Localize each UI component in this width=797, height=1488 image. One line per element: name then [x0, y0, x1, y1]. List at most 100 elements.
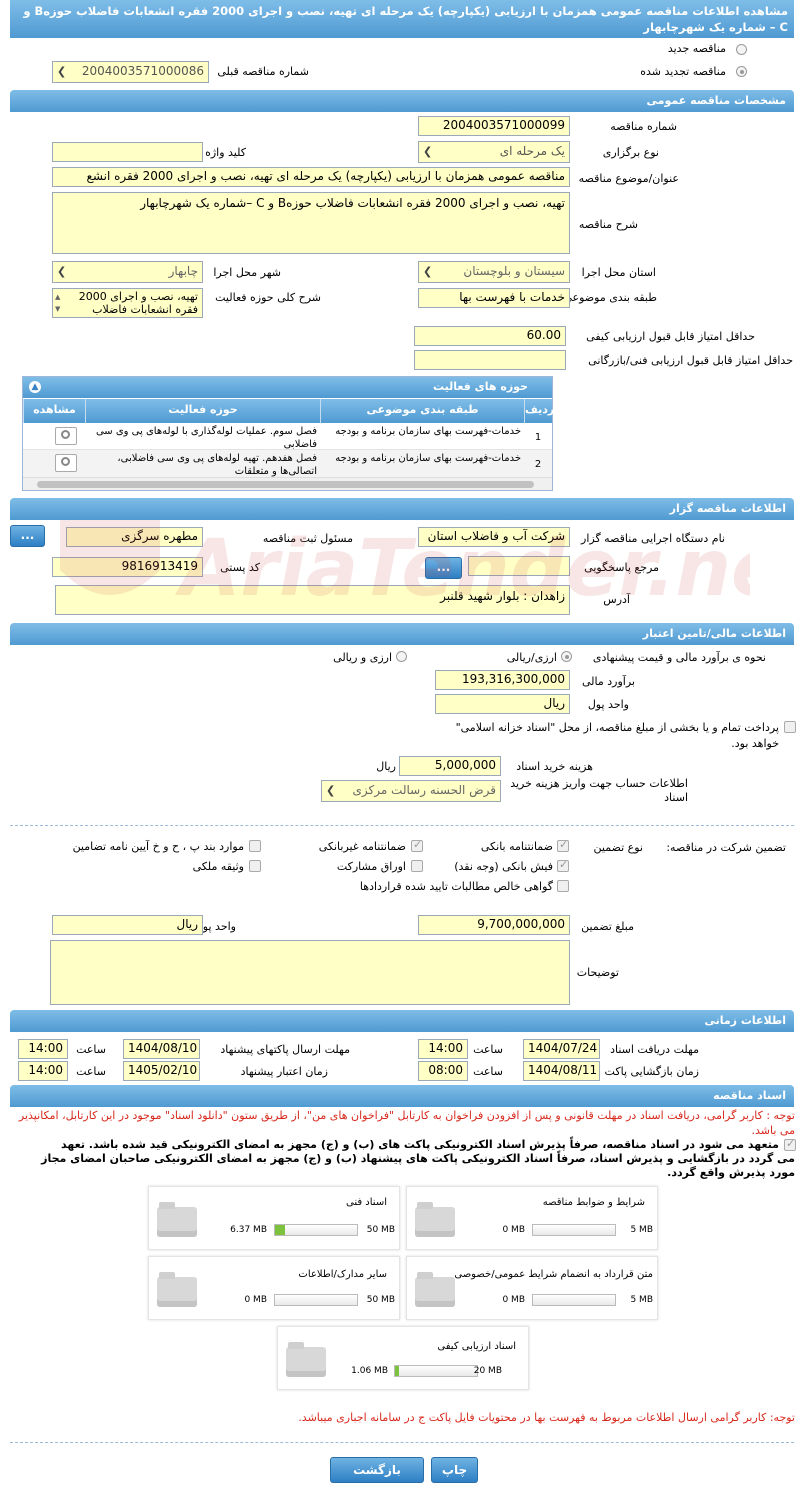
file-card-contract[interactable]: متن قرارداد به انضمام شرایط عمومی/خصوصی … [406, 1256, 658, 1320]
tender-number-field[interactable]: 2004003571000099 [418, 116, 570, 136]
file-max-size: 50 MB [366, 1225, 395, 1235]
province-value: سیستان و بلوچستان [463, 264, 565, 278]
send-deadline-label: مهلت ارسال پاکتهای پیشنهاد [220, 1043, 350, 1056]
bank-receipt-checkbox[interactable] [557, 858, 569, 872]
commit-checkbox[interactable] [784, 1137, 796, 1151]
description-field[interactable]: تهیه، نصب و اجرای 2000 فقره انشعابات فاض… [52, 192, 570, 254]
view-icon[interactable] [55, 454, 77, 472]
new-tender-radio[interactable] [736, 44, 747, 55]
category-field[interactable]: خدمات با فهرست بها [418, 288, 570, 308]
property-label: وثیقه ملکی [192, 860, 244, 873]
renewed-tender-radio[interactable] [736, 66, 747, 77]
type-select[interactable]: یک مرحله ای ❯ [418, 141, 570, 163]
net-claims-checkbox[interactable] [557, 880, 569, 892]
send-date-field[interactable]: 1404/08/10 [123, 1039, 200, 1059]
scrollbar[interactable]: ▲ ▼ [55, 291, 60, 315]
horizontal-scrollbar[interactable] [23, 477, 552, 490]
commit-line1: متعهد می شود در اسناد مناقصه، صرفاً پذیر… [61, 1138, 779, 1151]
select-ref-button[interactable]: ... [425, 557, 462, 579]
rial-radio[interactable] [561, 651, 572, 662]
treasury-text: پرداخت تمام و یا بخشی از مبلغ مناقصه، از… [455, 721, 779, 750]
send-time-label: ساعت [76, 1043, 106, 1056]
validity-time-field[interactable]: 14:00 [18, 1061, 68, 1081]
new-tender-label: مناقصه جدید [667, 42, 726, 55]
ref-field[interactable] [468, 556, 570, 576]
receive-time-field[interactable]: 14:00 [418, 1039, 468, 1059]
city-value: چابهار [168, 264, 198, 278]
file-card-other[interactable]: سایر مدارک/اطلاعات 50 MB 0 MB [148, 1256, 400, 1320]
view-icon[interactable] [55, 427, 77, 445]
city-select[interactable]: چابهار ❯ [52, 261, 203, 283]
opening-time-field[interactable]: 08:00 [418, 1061, 468, 1081]
file-used-size: 1.06 MB [351, 1366, 388, 1376]
opening-date-field[interactable]: 1404/08/11 [523, 1061, 600, 1081]
subject-label: عنوان/موضوع مناقصه [578, 172, 679, 185]
scope-field[interactable]: تهیه، نصب و اجرای 2000 فقره انشعابات فاض… [52, 288, 203, 318]
min-quality-field[interactable]: 60.00 [414, 326, 566, 346]
file-max-size: 50 MB [366, 1295, 395, 1305]
account-select[interactable]: قرض الحسنه رسالت مرکزی ❯ [321, 780, 501, 802]
guarantee-currency-field[interactable]: ریال [52, 915, 203, 935]
bank-guarantee-checkbox[interactable] [557, 838, 569, 852]
doc-fee-field[interactable]: 5,000,000 [399, 756, 501, 776]
subject-field[interactable]: مناقصه عمومی همزمان با ارزیابی (یکپارچه)… [52, 167, 570, 187]
keyword-field[interactable] [52, 142, 203, 162]
address-field[interactable]: زاهدان : بلوار شهید قلنبر [55, 585, 570, 615]
postal-field[interactable]: 9816913419 [52, 557, 203, 577]
notes-field[interactable] [50, 940, 570, 1005]
province-select[interactable]: سیستان و بلوچستان ❯ [418, 261, 570, 283]
estimate-field[interactable]: 193,316,300,000 [435, 670, 570, 690]
row-category: خدمات-فهرست بهای سازمان برنامه و بودجه [335, 453, 521, 464]
org-field[interactable]: شرکت آب و فاضلاب استان [418, 527, 570, 547]
activity-table: حوزه های فعالیت ▲ ردیف طبقه بندی موضوعی … [22, 376, 554, 491]
file-usage-bar [274, 1294, 358, 1306]
receive-date-field[interactable]: 1404/07/24 [523, 1039, 600, 1059]
send-time-field[interactable]: 14:00 [18, 1039, 68, 1059]
row-category: خدمات-فهرست بهای سازمان برنامه و بودجه [335, 426, 521, 437]
file-card-technical[interactable]: اسناد فنی 50 MB 6.37 MB [148, 1186, 400, 1250]
validity-label: زمان اعتبار پیشنهاد [240, 1065, 328, 1078]
file-max-size: 5 MB [630, 1225, 653, 1235]
col-category: طبقه بندی موضوعی [320, 399, 524, 423]
min-tech-field[interactable] [414, 350, 566, 370]
opening-time-label: ساعت [473, 1065, 503, 1078]
validity-date-field[interactable]: 1405/02/10 [123, 1061, 200, 1081]
fx-rial-radio[interactable] [396, 651, 407, 662]
participation-label: تضمین شرکت در مناقصه: [666, 841, 786, 854]
select-responsible-button[interactable]: ... [10, 525, 45, 547]
guarantee-amount-field[interactable]: 9,700,000,000 [418, 915, 570, 935]
file-card-quality[interactable]: اسناد ارزیابی کیفی 20 MB 1.06 MB [277, 1326, 529, 1390]
row-idx: 2 [534, 459, 542, 470]
net-claims-label: گواهی خالص مطالبات تایید شده قراردادها [359, 880, 553, 893]
currency-label: واحد پول [587, 698, 629, 711]
guarantee-amount-label: مبلغ تضمین [581, 920, 634, 933]
file-card-conditions[interactable]: شرایط و ضوابط مناقصه 5 MB 0 MB [406, 1186, 658, 1250]
nonbank-guarantee-checkbox[interactable] [411, 838, 423, 852]
activity-table-header: حوزه های فعالیت [23, 377, 552, 398]
file-usage-bar [532, 1294, 616, 1306]
min-quality-label: حداقل امتیاز قابل قبول ارزیابی کیفی [586, 330, 755, 343]
postal-label: کد پستی [220, 561, 260, 574]
row-field: فصل هفدهم. تهیه لوله‌های پی وی سی فاضلاب… [117, 453, 317, 477]
responsible-field[interactable]: مطهره سرگزی [66, 527, 203, 547]
print-button[interactable]: چاپ [431, 1457, 478, 1483]
treasury-checkbox[interactable] [784, 721, 796, 733]
folder-icon [286, 1342, 326, 1377]
back-button[interactable]: بازگشت [330, 1457, 424, 1483]
general-header: مشخصات مناقصه عمومی [10, 90, 794, 112]
scope-label: شرح کلی حوزه فعالیت [215, 291, 321, 304]
scrollbar-thumb[interactable] [37, 481, 534, 488]
commit-line2: می گردد در بازگشایی و پذیرش اسناد، صرفاً… [41, 1152, 795, 1165]
file-name: سایر مدارک/اطلاعات [298, 1269, 387, 1280]
province-label: استان محل اجرا [581, 266, 656, 279]
org-label: نام دستگاه اجرایی مناقصه گزار [581, 532, 725, 545]
prev-number-select[interactable]: 2004003571000086 ❯ [52, 61, 209, 83]
bonds-checkbox[interactable] [411, 860, 423, 872]
currency-field[interactable]: ریال [435, 694, 570, 714]
bcj-items-label: موارد بند پ ، ح و خ آیین نامه تضامین [72, 840, 244, 853]
bcj-items-checkbox[interactable] [249, 840, 261, 852]
file-name: شرایط و ضوابط مناقصه [542, 1197, 645, 1208]
receive-time-label: ساعت [473, 1043, 503, 1056]
collapse-icon[interactable]: ▲ [29, 381, 41, 393]
property-checkbox[interactable] [249, 860, 261, 872]
